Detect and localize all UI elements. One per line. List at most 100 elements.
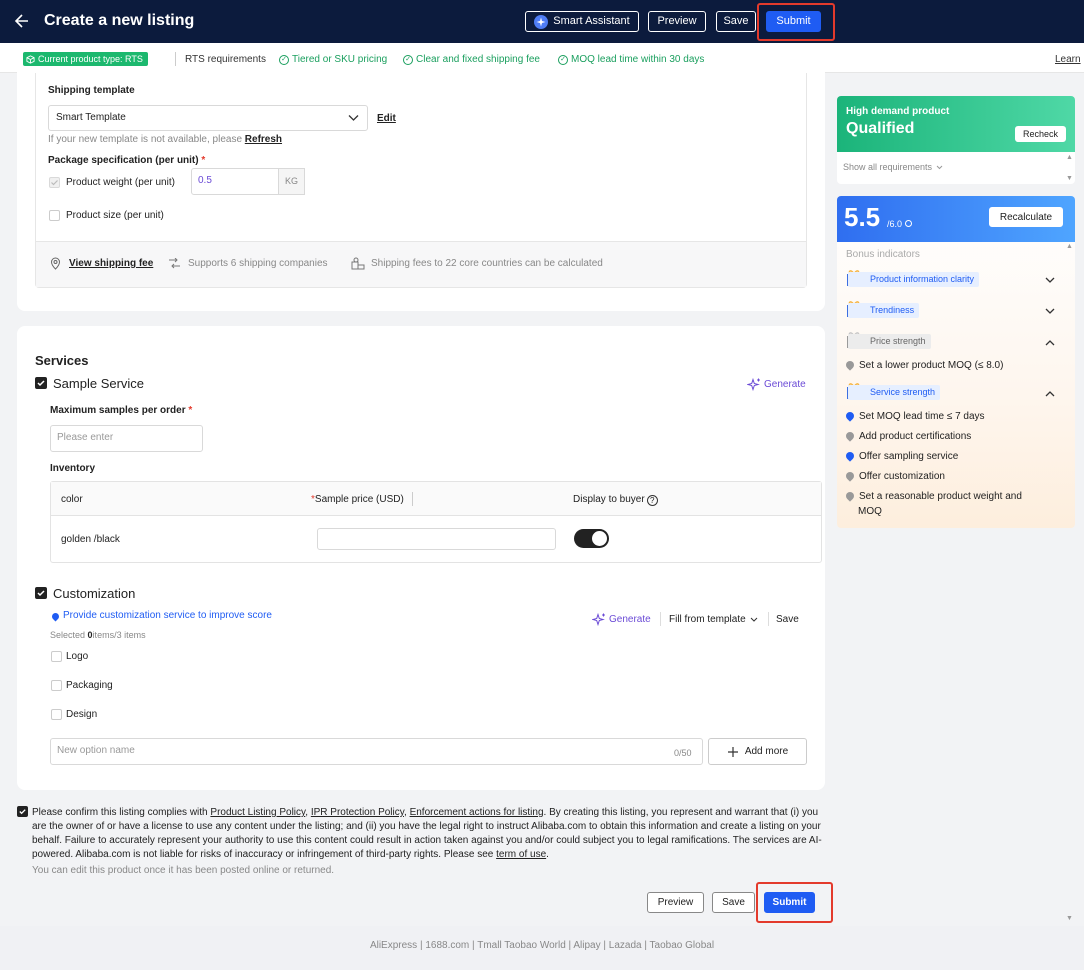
- smart-assistant-button[interactable]: Smart Assistant: [525, 11, 639, 32]
- chevron-down-icon[interactable]: [1045, 308, 1055, 315]
- shipping-template-select[interactable]: Smart Template: [48, 105, 368, 131]
- consent-text: Please confirm this listing complies wit…: [32, 807, 822, 860]
- services-title: Services: [35, 353, 89, 368]
- view-shipping-fee-link[interactable]: View shipping fee: [69, 258, 153, 270]
- product-listing-policy-link[interactable]: Product Listing Policy: [210, 807, 305, 818]
- sample-generate-button[interactable]: Generate: [747, 378, 806, 391]
- recheck-button[interactable]: Recheck: [1015, 126, 1066, 142]
- rts-requirements-label: RTS requirements: [185, 54, 266, 65]
- fill-from-template-dropdown[interactable]: Fill from template: [669, 614, 758, 626]
- edit-template-link[interactable]: Edit: [377, 113, 396, 125]
- req-label: MOQ lead time within 30 days: [571, 54, 705, 65]
- score-value: 5.5: [844, 202, 881, 232]
- qualified-status: Qualified: [846, 120, 915, 137]
- package-spec-label: Package specification (per unit) *: [48, 155, 206, 166]
- option-design-label: Design: [66, 709, 98, 720]
- selected-suffix: items/3 items: [92, 630, 146, 640]
- consent-checkbox[interactable]: [17, 806, 28, 817]
- divider: [660, 612, 661, 626]
- header-preview-button[interactable]: Preview: [648, 11, 706, 32]
- indicator-service-strength[interactable]: Service strength: [848, 385, 941, 400]
- high-demand-label: High demand product: [846, 106, 950, 117]
- score-max-label: /6.0: [887, 219, 903, 229]
- recalculate-button[interactable]: Recalculate: [989, 207, 1063, 227]
- price-item-1: Set a lower product MOQ (≤ 8.0): [844, 359, 1004, 372]
- help-icon[interactable]: ?: [646, 494, 658, 506]
- size-checkbox[interactable]: [49, 210, 60, 221]
- sparkle-icon: [534, 14, 549, 29]
- edit-note: You can edit this product once it has be…: [32, 865, 335, 876]
- inventory-table-header: [51, 482, 821, 516]
- box-icon: [26, 54, 35, 64]
- indicator-price-strength[interactable]: Price strength: [848, 334, 931, 349]
- refresh-link[interactable]: Refresh: [245, 134, 282, 145]
- bottom-preview-button[interactable]: Preview: [647, 892, 704, 913]
- header-save-button[interactable]: Save: [716, 11, 756, 32]
- ipr-policy-link[interactable]: IPR Protection Policy: [311, 807, 404, 818]
- option-logo-checkbox[interactable]: [51, 651, 62, 662]
- product-type-badge: Current product type: RTS: [23, 52, 148, 66]
- chevron-down-icon: [936, 165, 943, 169]
- add-more-button[interactable]: Add more: [708, 738, 807, 765]
- back-arrow-icon[interactable]: [14, 11, 36, 33]
- customization-hint[interactable]: Provide customization service to improve…: [50, 610, 272, 622]
- display-to-buyer-toggle[interactable]: [574, 529, 609, 548]
- option-logo-label: Logo: [66, 651, 89, 662]
- term-of-use-link[interactable]: term of use: [496, 849, 546, 860]
- bottom-submit-button[interactable]: Submit: [764, 892, 815, 913]
- sample-service-checkbox[interactable]: [35, 377, 47, 389]
- bonus-indicators-label: Bonus indicators: [846, 249, 920, 260]
- new-option-input[interactable]: New option name: [50, 738, 703, 765]
- option-design-checkbox[interactable]: [51, 709, 62, 720]
- info-icon[interactable]: [904, 220, 912, 227]
- th-sample-price-label: Sample price (USD): [314, 494, 404, 505]
- page-scroll-down-icon[interactable]: ▼: [1066, 915, 1073, 922]
- customization-checkbox[interactable]: [35, 587, 47, 599]
- weight-checkbox[interactable]: [49, 177, 60, 188]
- scroll-down-icon[interactable]: ▼: [1066, 175, 1073, 182]
- th-sample-price: *Sample price (USD): [311, 494, 404, 505]
- ai-sparkle-icon: [592, 613, 605, 626]
- max-samples-input[interactable]: Please enter: [50, 425, 203, 452]
- scroll-up-icon[interactable]: ▲: [1066, 154, 1073, 161]
- divider: [768, 612, 769, 626]
- req-shipping-fee: ✓ Clear and fixed shipping fee: [403, 54, 540, 66]
- package-spec-text: Package specification (per unit): [48, 155, 199, 166]
- score-max: /6.0: [887, 218, 912, 230]
- indicator-product-clarity[interactable]: Product information clarity: [848, 272, 980, 287]
- page-title: Create a new listing: [44, 12, 195, 29]
- learn-link[interactable]: Learn: [1055, 54, 1081, 66]
- size-label: Product size (per unit): [66, 210, 164, 221]
- option-packaging-checkbox[interactable]: [51, 680, 62, 691]
- weight-input[interactable]: 0.5: [191, 168, 279, 195]
- consent-prefix: Please confirm this listing complies wit…: [32, 807, 211, 818]
- add-more-label: Add more: [744, 746, 789, 757]
- option-packaging-label: Packaging: [66, 680, 113, 691]
- check-circle-icon: ✓: [558, 55, 568, 65]
- chevron-up-icon[interactable]: [1045, 339, 1055, 346]
- plus-icon: [727, 746, 738, 757]
- chevron-down-icon[interactable]: [1045, 277, 1055, 284]
- customization-title: Customization: [53, 586, 136, 601]
- price-item-label: Set a lower product MOQ (≤ 8.0): [859, 360, 1004, 371]
- column-divider: [412, 492, 413, 506]
- shipping-template-label: Shipping template: [48, 85, 135, 96]
- customization-hint-text: Provide customization service to improve…: [63, 610, 272, 621]
- location-pin-icon: [844, 430, 856, 443]
- row-color-value: golden /black: [61, 534, 120, 545]
- customization-save-button[interactable]: Save: [776, 614, 799, 626]
- header-submit-button[interactable]: Submit: [766, 11, 821, 32]
- location-pin-icon: [844, 410, 856, 423]
- scroll-up-icon[interactable]: ▲: [1066, 243, 1073, 250]
- enforcement-actions-link[interactable]: Enforcement actions for listing: [410, 807, 544, 818]
- req-label: Clear and fixed shipping fee: [416, 54, 540, 65]
- shipping-companies-icon: [169, 258, 180, 269]
- service-item-label: Offer customization: [859, 471, 945, 482]
- indicator-trendiness[interactable]: Trendiness: [848, 303, 920, 318]
- check-circle-icon: ✓: [403, 55, 413, 65]
- show-all-requirements[interactable]: Show all requirements: [843, 161, 943, 173]
- bottom-save-button[interactable]: Save: [712, 892, 755, 913]
- chevron-up-icon[interactable]: [1045, 390, 1055, 397]
- customization-generate-button[interactable]: Generate: [592, 613, 651, 626]
- sample-price-input[interactable]: [317, 528, 556, 550]
